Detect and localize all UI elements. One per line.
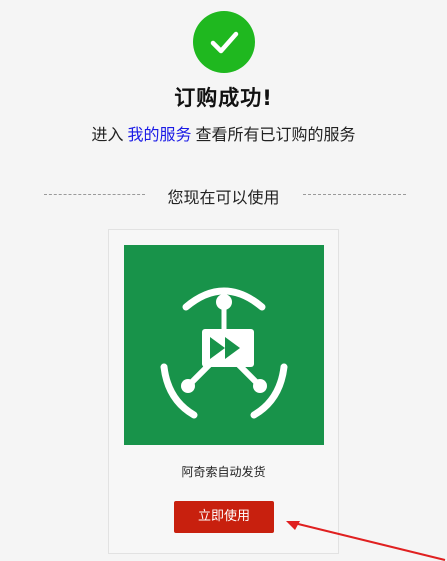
qiyisuo-app-logo-icon — [160, 287, 288, 419]
subtitle-prefix: 进入 — [91, 125, 124, 144]
app-logo[interactable] — [124, 245, 324, 445]
page-title: 订购成功! — [174, 86, 273, 110]
my-services-link[interactable]: 我的服务 — [127, 125, 191, 144]
app-card: 阿奇索自动发货 立即使用 — [108, 229, 339, 554]
app-name: 阿奇索自动发货 — [181, 465, 266, 479]
subtitle: 进入 我的服务 查看所有已订购的服务 — [0, 121, 447, 145]
success-check-icon — [193, 11, 255, 73]
subtitle-suffix: 查看所有已订购的服务 — [195, 125, 356, 144]
divider-right — [303, 194, 406, 195]
divider-label: 您现在可以使用 — [167, 188, 280, 207]
annotation-arrow-icon — [286, 521, 446, 561]
use-now-button[interactable]: 立即使用 — [174, 501, 274, 533]
